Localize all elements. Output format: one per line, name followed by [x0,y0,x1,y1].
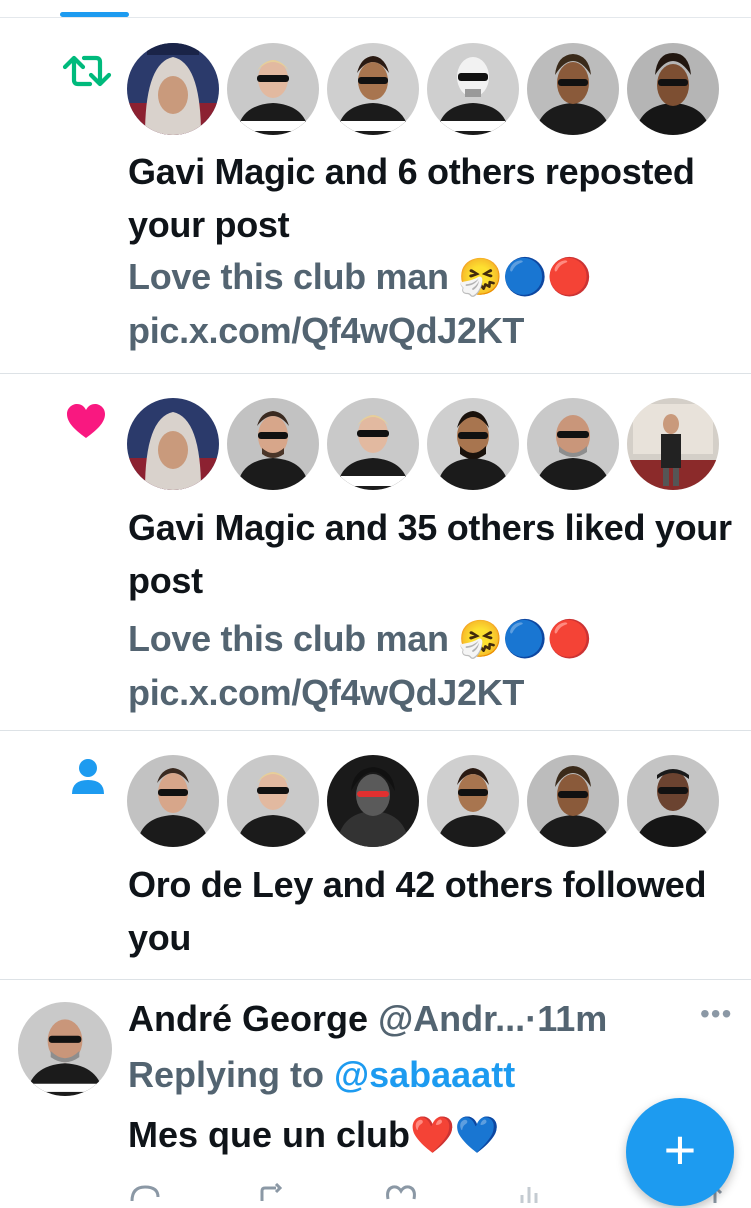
heart-icon [66,404,106,445]
snippet-link[interactable]: pic.x.com/Qf4wQdJ2KT [128,310,524,351]
timestamp[interactable]: 11m [537,998,607,1039]
tweet-body-text: Mes que un club [128,1114,411,1155]
like-icon[interactable] [384,1183,418,1208]
avatar[interactable] [18,1002,112,1096]
repost-icon [62,50,112,97]
tweet-header: André George @Andr...·11m [128,994,607,1044]
tweet-body-emoji: ❤️💙 [410,1115,500,1156]
snippet-text: Love this club man [128,618,449,659]
avatar[interactable] [627,43,719,135]
person-icon [70,758,106,803]
notification-follow[interactable]: Oro de Ley and 42 others followed you [0,731,751,980]
snippet-link[interactable]: pic.x.com/Qf4wQdJ2KT [128,672,524,713]
replying-prefix: Replying to [128,1054,324,1095]
snippet-emoji: 🤧🔵🔴 [458,619,592,660]
post-snippet: Love this club man 🤧🔵🔴 pic.x.com/Qf4wQdJ… [128,612,738,719]
separator: · [525,998,538,1039]
mention-link[interactable]: @sabaaatt [334,1054,515,1095]
snippet-emoji: 🤧🔵🔴 [458,257,592,298]
avatar[interactable] [227,398,319,490]
notification-headline: Gavi Magic and 6 others reposted your po… [128,151,695,245]
avatar[interactable] [227,43,319,135]
avatar[interactable] [127,398,219,490]
avatar[interactable] [427,398,519,490]
avatar[interactable] [627,755,719,847]
more-icon[interactable]: ••• [700,998,732,1030]
avatar[interactable] [627,398,719,490]
avatar[interactable] [327,755,419,847]
avatar[interactable] [127,43,219,135]
tweet-text: Mes que un club❤️💙 [128,1110,500,1161]
views-icon[interactable] [512,1183,546,1208]
compose-button[interactable]: + [626,1098,734,1206]
notification-headline: Oro de Ley and 42 others followed you [128,864,707,958]
avatar[interactable] [427,755,519,847]
avatar[interactable] [527,398,619,490]
avatar[interactable] [127,755,219,847]
notification-repost[interactable]: Gavi Magic and 6 others reposted your po… [0,18,751,374]
avatar[interactable] [327,398,419,490]
avatar[interactable] [527,755,619,847]
reply-icon[interactable] [128,1183,162,1208]
avatar[interactable] [327,43,419,135]
post-snippet: Love this club man 🤧🔵🔴 pic.x.com/Qf4wQdJ… [128,250,738,357]
notification-headline: Gavi Magic and 35 others liked your post [128,507,732,601]
replying-to: Replying to @sabaaatt [128,1050,515,1100]
author-handle[interactable]: @Andr... [378,998,525,1039]
author-name[interactable]: André George [128,998,368,1039]
notification-like[interactable]: Gavi Magic and 35 others liked your post… [0,374,751,731]
snippet-text: Love this club man [128,256,449,297]
repost-action-icon[interactable] [256,1182,290,1208]
avatar[interactable] [227,755,319,847]
avatar[interactable] [527,43,619,135]
avatar[interactable] [427,43,519,135]
